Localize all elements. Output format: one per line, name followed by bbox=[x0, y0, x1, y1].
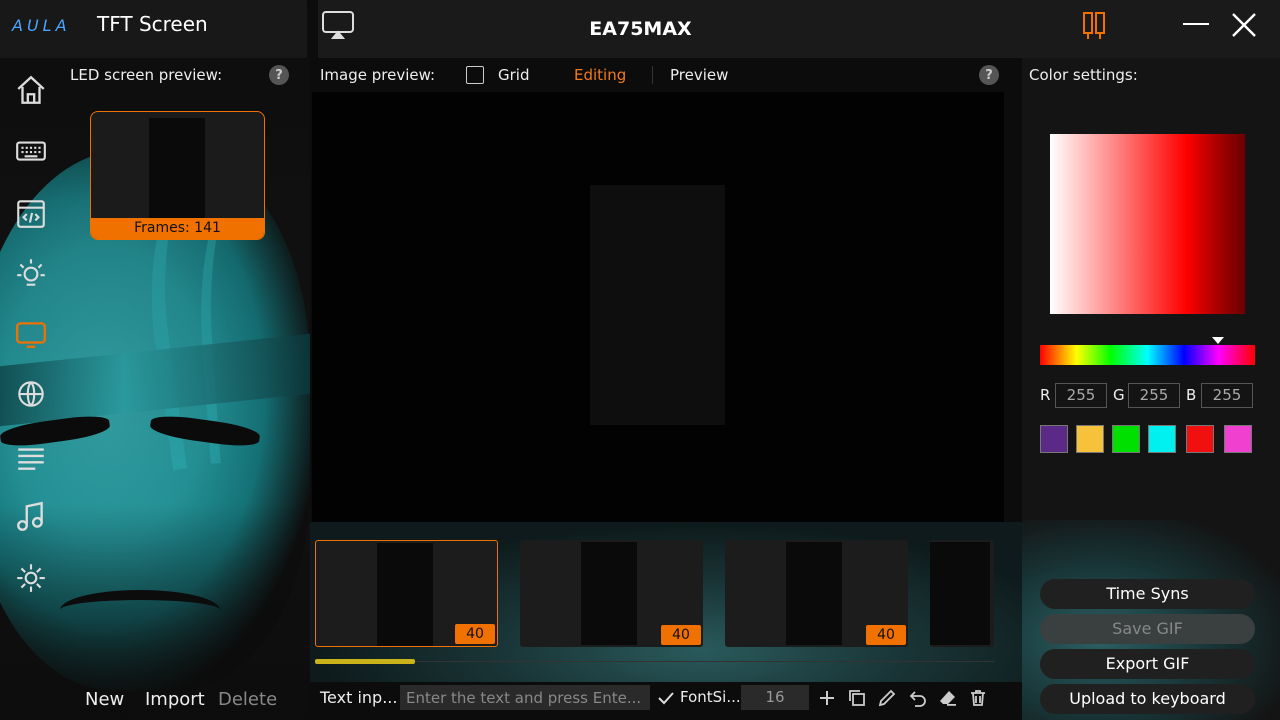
frames-scrollbar-thumb[interactable] bbox=[315, 659, 415, 664]
list-icon[interactable] bbox=[12, 438, 50, 476]
frame-count-label: Frames: 141 bbox=[91, 218, 264, 239]
tft-screen-icon[interactable] bbox=[12, 315, 50, 353]
frame-thumbnail[interactable] bbox=[930, 540, 994, 647]
g-input[interactable]: 255 bbox=[1128, 383, 1180, 408]
canvas-image bbox=[590, 185, 725, 425]
globe-icon[interactable] bbox=[12, 375, 50, 413]
close-icon[interactable] bbox=[1229, 10, 1259, 44]
led-preview-image bbox=[149, 118, 205, 218]
tab-preview[interactable]: Preview bbox=[670, 66, 728, 84]
time-sync-button[interactable]: Time Syns bbox=[1040, 579, 1255, 609]
font-size-input[interactable]: 16 bbox=[741, 685, 809, 710]
confirm-check-icon[interactable] bbox=[656, 688, 676, 712]
grid-checkbox[interactable] bbox=[466, 66, 484, 84]
brand-logo: AULA bbox=[12, 16, 71, 35]
macro-icon[interactable] bbox=[12, 195, 50, 233]
driver-plug-icon[interactable] bbox=[1080, 10, 1110, 46]
keyboard-icon[interactable] bbox=[12, 132, 50, 170]
upload-to-keyboard-button[interactable]: Upload to keyboard bbox=[1040, 684, 1255, 714]
r-input[interactable]: 255 bbox=[1055, 383, 1107, 408]
led-screen-preview[interactable]: Frames: 141 bbox=[90, 111, 265, 240]
device-name: EA75MAX bbox=[589, 18, 692, 40]
trash-icon[interactable] bbox=[968, 688, 988, 708]
frame-image bbox=[786, 542, 842, 645]
delete-button[interactable]: Delete bbox=[218, 689, 277, 710]
hue-slider[interactable] bbox=[1040, 345, 1255, 365]
frames-scrollbar-track[interactable] bbox=[315, 661, 995, 662]
swatch-red[interactable] bbox=[1186, 425, 1214, 453]
frame-delay-badge: 40 bbox=[455, 624, 495, 644]
b-input[interactable]: 255 bbox=[1201, 383, 1253, 408]
undo-icon[interactable] bbox=[908, 688, 928, 708]
swatch-magenta[interactable] bbox=[1224, 425, 1252, 453]
music-icon[interactable] bbox=[12, 498, 50, 536]
save-gif-button[interactable]: Save GIF bbox=[1040, 614, 1255, 644]
app-title: TFT Screen bbox=[97, 12, 208, 36]
hue-slider-marker[interactable] bbox=[1212, 337, 1225, 344]
home-icon[interactable] bbox=[12, 71, 50, 109]
import-button[interactable]: Import bbox=[145, 689, 205, 710]
frame-image bbox=[930, 542, 990, 645]
font-size-label: FontSi... bbox=[680, 688, 741, 706]
led-preview-title: LED screen preview: bbox=[70, 66, 223, 84]
g-label: G bbox=[1113, 386, 1125, 404]
b-label: B bbox=[1186, 386, 1197, 404]
swatch-purple[interactable] bbox=[1040, 425, 1068, 453]
pencil-icon[interactable] bbox=[877, 688, 897, 708]
help-icon[interactable]: ? bbox=[979, 65, 999, 85]
frame-delay-badge: 40 bbox=[866, 625, 906, 645]
color-settings-title: Color settings: bbox=[1029, 66, 1138, 84]
new-button[interactable]: New bbox=[85, 689, 124, 710]
color-picker-square[interactable] bbox=[1050, 134, 1245, 314]
image-preview-title: Image preview: bbox=[320, 66, 436, 84]
frame-thumbnail[interactable]: 40 bbox=[520, 540, 703, 647]
export-gif-button[interactable]: Export GIF bbox=[1040, 649, 1255, 679]
text-input-label: Text inp... bbox=[320, 688, 398, 707]
add-icon[interactable] bbox=[817, 688, 837, 708]
frame-thumbnail[interactable]: 40 bbox=[725, 540, 908, 647]
grid-label[interactable]: Grid bbox=[498, 66, 529, 84]
lighting-icon[interactable] bbox=[12, 254, 50, 292]
copy-icon[interactable] bbox=[847, 688, 867, 708]
frame-image bbox=[581, 542, 637, 645]
minimize-button[interactable] bbox=[1181, 12, 1211, 36]
r-label: R bbox=[1040, 386, 1051, 404]
swatch-yellow[interactable] bbox=[1076, 425, 1104, 453]
text-input[interactable] bbox=[400, 685, 650, 710]
swatch-cyan[interactable] bbox=[1148, 425, 1176, 453]
tab-divider bbox=[652, 66, 653, 84]
frame-delay-badge: 40 bbox=[661, 625, 701, 645]
help-icon[interactable]: ? bbox=[269, 65, 289, 85]
swatch-green[interactable] bbox=[1112, 425, 1140, 453]
settings-icon[interactable] bbox=[12, 559, 50, 597]
eraser-icon[interactable] bbox=[938, 688, 958, 708]
frame-thumbnail[interactable]: 40 bbox=[315, 540, 498, 647]
tab-editing[interactable]: Editing bbox=[574, 66, 626, 84]
frame-image bbox=[377, 543, 433, 646]
